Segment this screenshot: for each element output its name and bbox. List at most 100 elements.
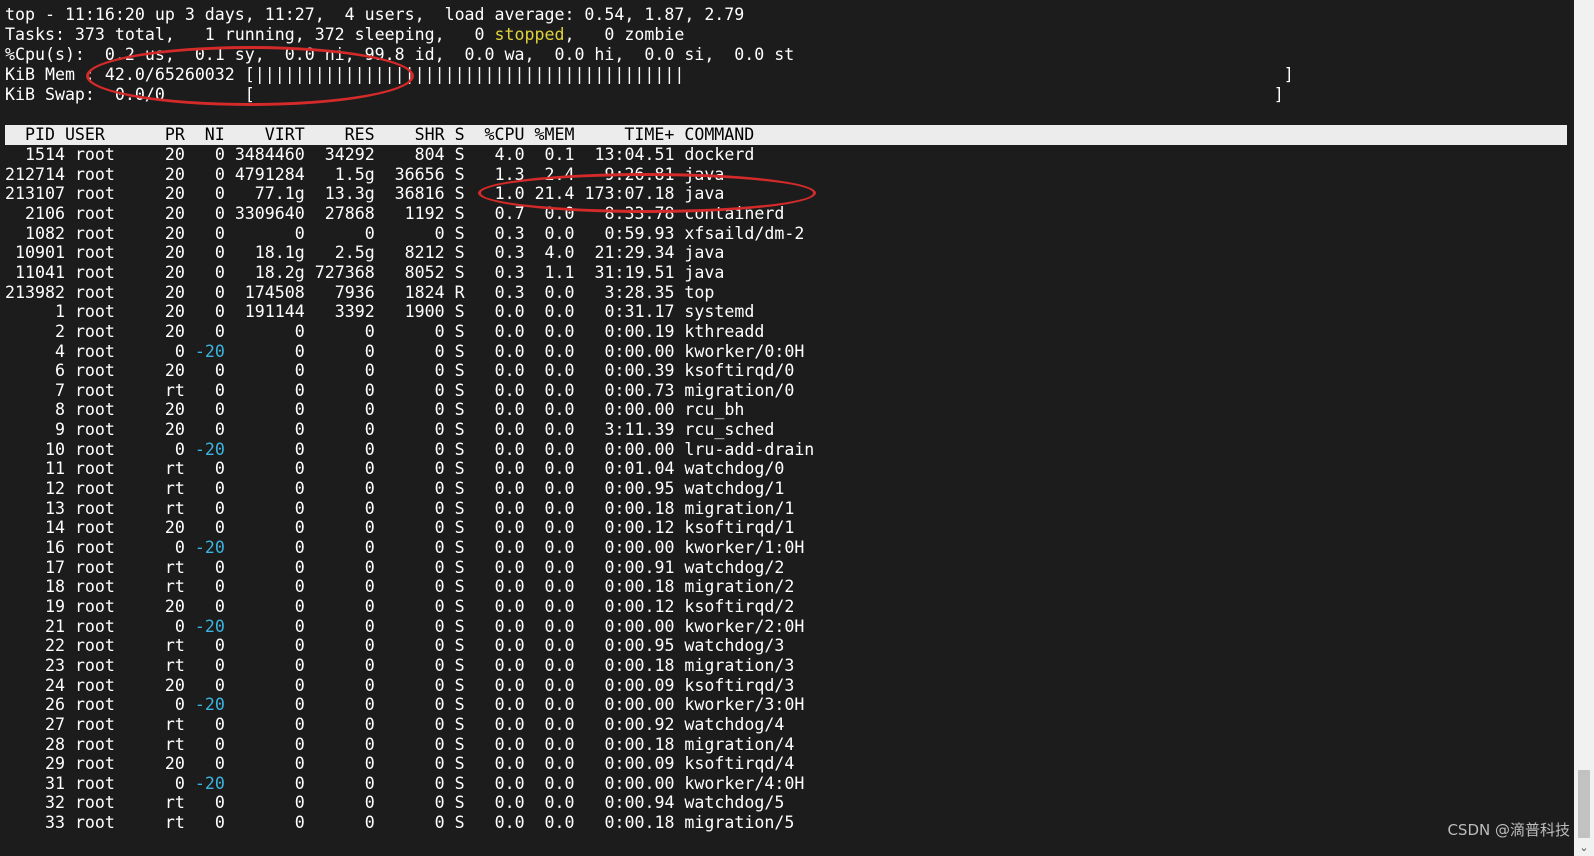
cell-pr: rt xyxy=(154,734,185,754)
cell-mem: 0.0 xyxy=(524,773,575,793)
cell-s: S xyxy=(444,675,465,695)
cell-pr: rt xyxy=(154,459,185,479)
cell-time: 0:00.12 xyxy=(574,596,675,616)
cell-res: 0 xyxy=(304,813,375,833)
cell-time: 9:26.81 xyxy=(574,164,675,184)
process-row: 8 root 20 0 0 0 0 S 0.0 0.0 0:00.00 rcu_… xyxy=(5,400,744,420)
cell-res: 0 xyxy=(304,439,375,459)
cell-pr: 20 xyxy=(154,243,185,263)
cell-shr: 36816 xyxy=(374,184,445,204)
cell-mem: 0.0 xyxy=(524,577,575,597)
cell-ni: -20 xyxy=(184,341,225,361)
cell-ni: 0 xyxy=(184,479,225,499)
cell-virt: 18.2g xyxy=(224,262,305,282)
cell-s: S xyxy=(444,203,465,223)
cell-pr: 20 xyxy=(154,361,185,381)
cell-shr: 8052 xyxy=(374,262,445,282)
cell-res: 0 xyxy=(304,518,375,538)
cell-ni: -20 xyxy=(184,695,225,715)
cell-cpu: 0.0 xyxy=(464,655,525,675)
cell-cpu: 1.0 xyxy=(464,184,525,204)
cell-virt: 174508 xyxy=(224,282,305,302)
cell-pid: 8 xyxy=(5,400,65,420)
cell-cpu: 0.0 xyxy=(464,361,525,381)
cell-shr: 0 xyxy=(374,714,445,734)
cell-pid: 19 xyxy=(5,596,65,616)
cell-time: 0:00.09 xyxy=(574,675,675,695)
cell-virt: 4791284 xyxy=(224,164,305,184)
cell-mem: 0.0 xyxy=(524,596,575,616)
cell-mem: 0.0 xyxy=(524,636,575,656)
chevron-down-icon[interactable]: ⌄ xyxy=(1578,842,1590,854)
cell-virt: 0 xyxy=(224,734,305,754)
process-row: 32 root rt 0 0 0 0 S 0.0 0.0 0:00.94 wat… xyxy=(5,793,784,813)
cell-cmd: watchdog/5 xyxy=(674,793,785,813)
cell-res: 0 xyxy=(304,420,375,440)
cell-ni: 0 xyxy=(184,302,225,322)
cell-s: S xyxy=(444,538,465,557)
cell-s: R xyxy=(444,282,465,302)
cell-cpu: 4.0 xyxy=(464,145,525,164)
cell-res: 0 xyxy=(304,596,375,616)
cell-pid: 1082 xyxy=(5,223,65,243)
cell-time: 0:00.00 xyxy=(574,400,675,420)
cell-ni: 0 xyxy=(184,459,225,479)
vertical-scrollbar[interactable]: ⌄ xyxy=(1574,0,1594,856)
cell-ni: 0 xyxy=(184,813,225,833)
cell-virt: 0 xyxy=(224,380,305,400)
cell-cmd: java xyxy=(674,243,725,263)
cell-cpu: 0.0 xyxy=(464,380,525,400)
cell-pr: 20 xyxy=(154,145,185,164)
cell-cmd: kworker/3:0H xyxy=(674,695,805,715)
cell-shr: 0 xyxy=(374,773,445,793)
cell-shr: 1192 xyxy=(374,203,445,223)
cell-ni: 0 xyxy=(184,361,225,381)
cell-ni: 0 xyxy=(184,498,225,518)
cell-pr: 0 xyxy=(154,773,185,793)
watermark: CSDN @滴普科技 xyxy=(1447,821,1570,839)
cell-virt: 0 xyxy=(224,695,305,715)
cell-cpu: 0.0 xyxy=(464,793,525,813)
cell-time: 0:01.04 xyxy=(574,459,675,479)
cell-res: 34292 xyxy=(304,145,375,164)
cell-shr: 0 xyxy=(374,616,445,636)
cell-user: root xyxy=(64,380,155,400)
cell-time: 0:00.00 xyxy=(574,538,675,557)
process-row: 10 root 0 -20 0 0 0 S 0.0 0.0 0:00.00 lr… xyxy=(5,440,814,460)
cell-res: 0 xyxy=(304,538,375,557)
cell-mem: 0.0 xyxy=(524,734,575,754)
terminal-window[interactable]: top - 11:16:20 up 3 days, 11:27, 4 users… xyxy=(0,0,1574,856)
cell-pid: 7 xyxy=(5,380,65,400)
cell-s: S xyxy=(444,734,465,754)
cell-res: 0 xyxy=(304,655,375,675)
cell-s: S xyxy=(444,341,465,361)
scrollbar-thumb[interactable] xyxy=(1578,770,1590,838)
cell-cmd: rcu_sched xyxy=(674,420,775,440)
cell-shr: 0 xyxy=(374,557,445,577)
process-row: 1082 root 20 0 0 0 0 S 0.3 0.0 0:59.93 x… xyxy=(5,224,804,244)
cell-cpu: 0.0 xyxy=(464,754,525,774)
cell-ni: -20 xyxy=(184,538,225,557)
cell-virt: 3484460 xyxy=(224,145,305,164)
cell-virt: 0 xyxy=(224,616,305,636)
cell-shr: 0 xyxy=(374,813,445,833)
cell-shr: 804 xyxy=(374,145,445,164)
cell-cpu: 0.0 xyxy=(464,439,525,459)
cell-pid: 32 xyxy=(5,793,65,813)
cell-s: S xyxy=(444,184,465,204)
cell-mem: 0.0 xyxy=(524,616,575,636)
cell-s: S xyxy=(444,498,465,518)
cell-pr: 20 xyxy=(154,184,185,204)
cell-pr: rt xyxy=(154,557,185,577)
cell-cmd: lru-add-drain xyxy=(674,439,815,459)
cell-pr: rt xyxy=(154,380,185,400)
process-row: 18 root rt 0 0 0 0 S 0.0 0.0 0:00.18 mig… xyxy=(5,577,794,597)
cell-user: root xyxy=(64,636,155,656)
cell-time: 0:31.17 xyxy=(574,302,675,322)
cell-user: root xyxy=(64,596,155,616)
process-row: 10901 root 20 0 18.1g 2.5g 8212 S 0.3 4.… xyxy=(5,243,724,263)
cell-pid: 14 xyxy=(5,518,65,538)
cell-ni: 0 xyxy=(184,400,225,420)
cell-pid: 2106 xyxy=(5,203,65,223)
cell-virt: 0 xyxy=(224,400,305,420)
